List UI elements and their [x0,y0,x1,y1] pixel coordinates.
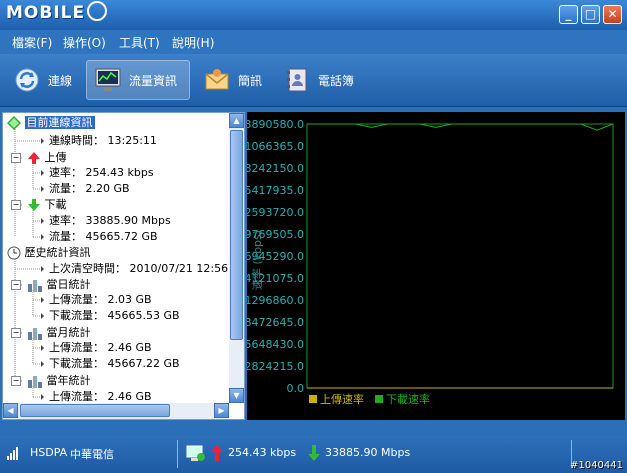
rate-chart: 33890580.0 31066365.0 28242150.0 25417935.0… [238,118,614,406]
collapse-upload-button[interactable]: − [11,153,21,163]
status-download-rate: 33885.90 Mbps [325,446,411,459]
legend-swatch-1 [375,395,383,403]
horizontal-scroll-thumb[interactable] [20,404,170,417]
tree-upload-volume: 流量： 2.20 GB [49,182,130,195]
y-tick-label: 8472645.0 [247,316,304,329]
status-divider [177,440,178,468]
signal-icon [7,447,18,460]
horizontal-scrollbar[interactable]: ◀ ▶ [3,403,229,419]
legend-swatch-0 [309,395,317,403]
tree-node-history[interactable]: 歷史統計資訊 [7,245,91,261]
network-type: HSDPA [30,446,68,459]
bar-chart-icon [28,280,42,292]
traffic-info-label: 流量資訊 [129,73,178,88]
status-bar: HSDPA 中華電信 254.43 kbps 33885.90 Mbps #10… [0,436,627,473]
traffic-info-button[interactable]: 流量資訊 [86,60,190,100]
green-down-arrow-icon [28,199,40,211]
download-arrow-icon [308,445,320,461]
tree-node-download[interactable]: 下載 [27,197,67,213]
watermark-text: #1040441 [570,460,623,471]
tree-daily-upload: 上傳流量： 2.03 GB [49,293,152,306]
sms-button[interactable]: 簡訊 [196,60,270,100]
scroll-down-button[interactable]: ▼ [229,388,244,403]
bar-chart-icon [28,376,42,388]
y-tick-label: 0.0 [287,382,305,395]
y-tick-label: 2824215.0 [247,360,304,373]
vertical-scrollbar[interactable]: ▲ ▼ [229,113,244,403]
tree-node-daily[interactable]: 當日統計 [27,277,91,293]
rate-chart-panel: 33890580.0 31066365.0 28242150.0 25417935.0… [238,112,625,420]
close-button[interactable]: ✕ [603,5,622,24]
traffic-monitor-icon [186,445,205,461]
y-tick-label: 31066365.0 [247,140,304,153]
connect-button[interactable]: 連線 [6,60,80,100]
y-axis-label: 速率 (kbps) [250,230,264,290]
tree-node-upload[interactable]: 上傳 [27,150,67,166]
title-bar: MOBILE _ □ ✕ [0,0,627,30]
collapse-monthly-button[interactable]: − [11,328,21,338]
tree-connection-time: 連線時間： 13:25:11 [49,134,157,147]
y-tick-label: 25417935.0 [247,184,304,197]
plot-area [306,123,614,389]
y-tick-label: 33890580.0 [247,118,304,131]
collapse-daily-button[interactable]: − [11,280,21,290]
carrier-name: 中華電信 [70,448,114,461]
menu-tools[interactable]: 工具(T) [119,34,160,51]
menu-operation[interactable]: 操作(O) [63,34,106,51]
tree-monthly-upload: 上傳流量： 2.46 GB [49,341,152,354]
tree-download-rate: 速率： 33885.90 Mbps [49,214,171,227]
app-logo: MOBILE [6,1,108,23]
traffic-tree-panel: 目前連線資訊 連線時間： 13:25:11 − 上傳 速率： 254.43 kb… [2,112,245,420]
tree-last-clear: 上次清空時間： 2010/07/21 12:56:5 [49,262,229,275]
tree-node-current-connection[interactable]: 目前連線資訊 [7,115,95,131]
y-tick-label: 11296860.0 [247,294,304,307]
phonebook-label: 電話簿 [318,73,355,88]
tree-upload-rate: 速率： 254.43 kbps [49,166,154,179]
legend-label-1: 下載速率 [386,392,430,406]
y-tick-label: 5648430.0 [247,338,304,351]
traffic-tree: 目前連線資訊 連線時間： 13:25:11 − 上傳 速率： 254.43 kb… [3,113,229,403]
maximize-button[interactable]: □ [581,5,600,24]
menu-file[interactable]: 檔案(F) [12,34,52,51]
sms-label: 簡訊 [238,73,263,88]
tree-download-volume: 流量： 45665.72 GB [49,230,158,243]
red-up-arrow-icon [28,152,40,164]
bar-chart-icon [28,328,42,340]
scroll-right-button[interactable]: ▶ [214,403,229,418]
collapse-download-button[interactable]: − [11,200,21,210]
scroll-left-button[interactable]: ◀ [3,403,18,418]
menu-help[interactable]: 說明(H) [172,34,214,51]
toolbar: 連線 流量資訊 簡訊 電話簿 [0,54,627,107]
tree-monthly-download: 下載流量： 45667.22 GB [49,357,180,370]
y-tick-label: 28242150.0 [247,162,304,175]
tree-yearly-upload: 上傳流量： 2.46 GB [49,390,152,403]
connect-label: 連線 [48,73,73,88]
status-upload-rate: 254.43 kbps [228,446,297,459]
legend-label-0: 上傳速率 [320,392,364,406]
phonebook-icon [282,65,312,95]
envelope-icon [202,65,232,95]
minimize-button[interactable]: _ [559,5,578,24]
y-tick-label: 22593720.0 [247,206,304,219]
menu-bar: 檔案(F) 操作(O) 工具(T) 說明(H) [0,30,627,54]
vertical-scroll-thumb[interactable] [230,130,243,340]
monitor-icon [93,65,123,95]
phonebook-button[interactable]: 電話簿 [276,60,366,100]
tree-node-yearly[interactable]: 當年統計 [27,373,91,389]
tree-node-monthly[interactable]: 當月統計 [27,325,91,341]
tree-daily-download: 下載流量： 45665.53 GB [49,309,180,322]
clock-icon [7,246,21,260]
scroll-up-button[interactable]: ▲ [229,113,244,128]
diamond-arrows-icon [7,116,21,130]
refresh-icon [12,65,42,95]
upload-arrow-icon [211,445,223,461]
series-line-1 [307,123,614,131]
collapse-yearly-button[interactable]: − [11,376,21,386]
